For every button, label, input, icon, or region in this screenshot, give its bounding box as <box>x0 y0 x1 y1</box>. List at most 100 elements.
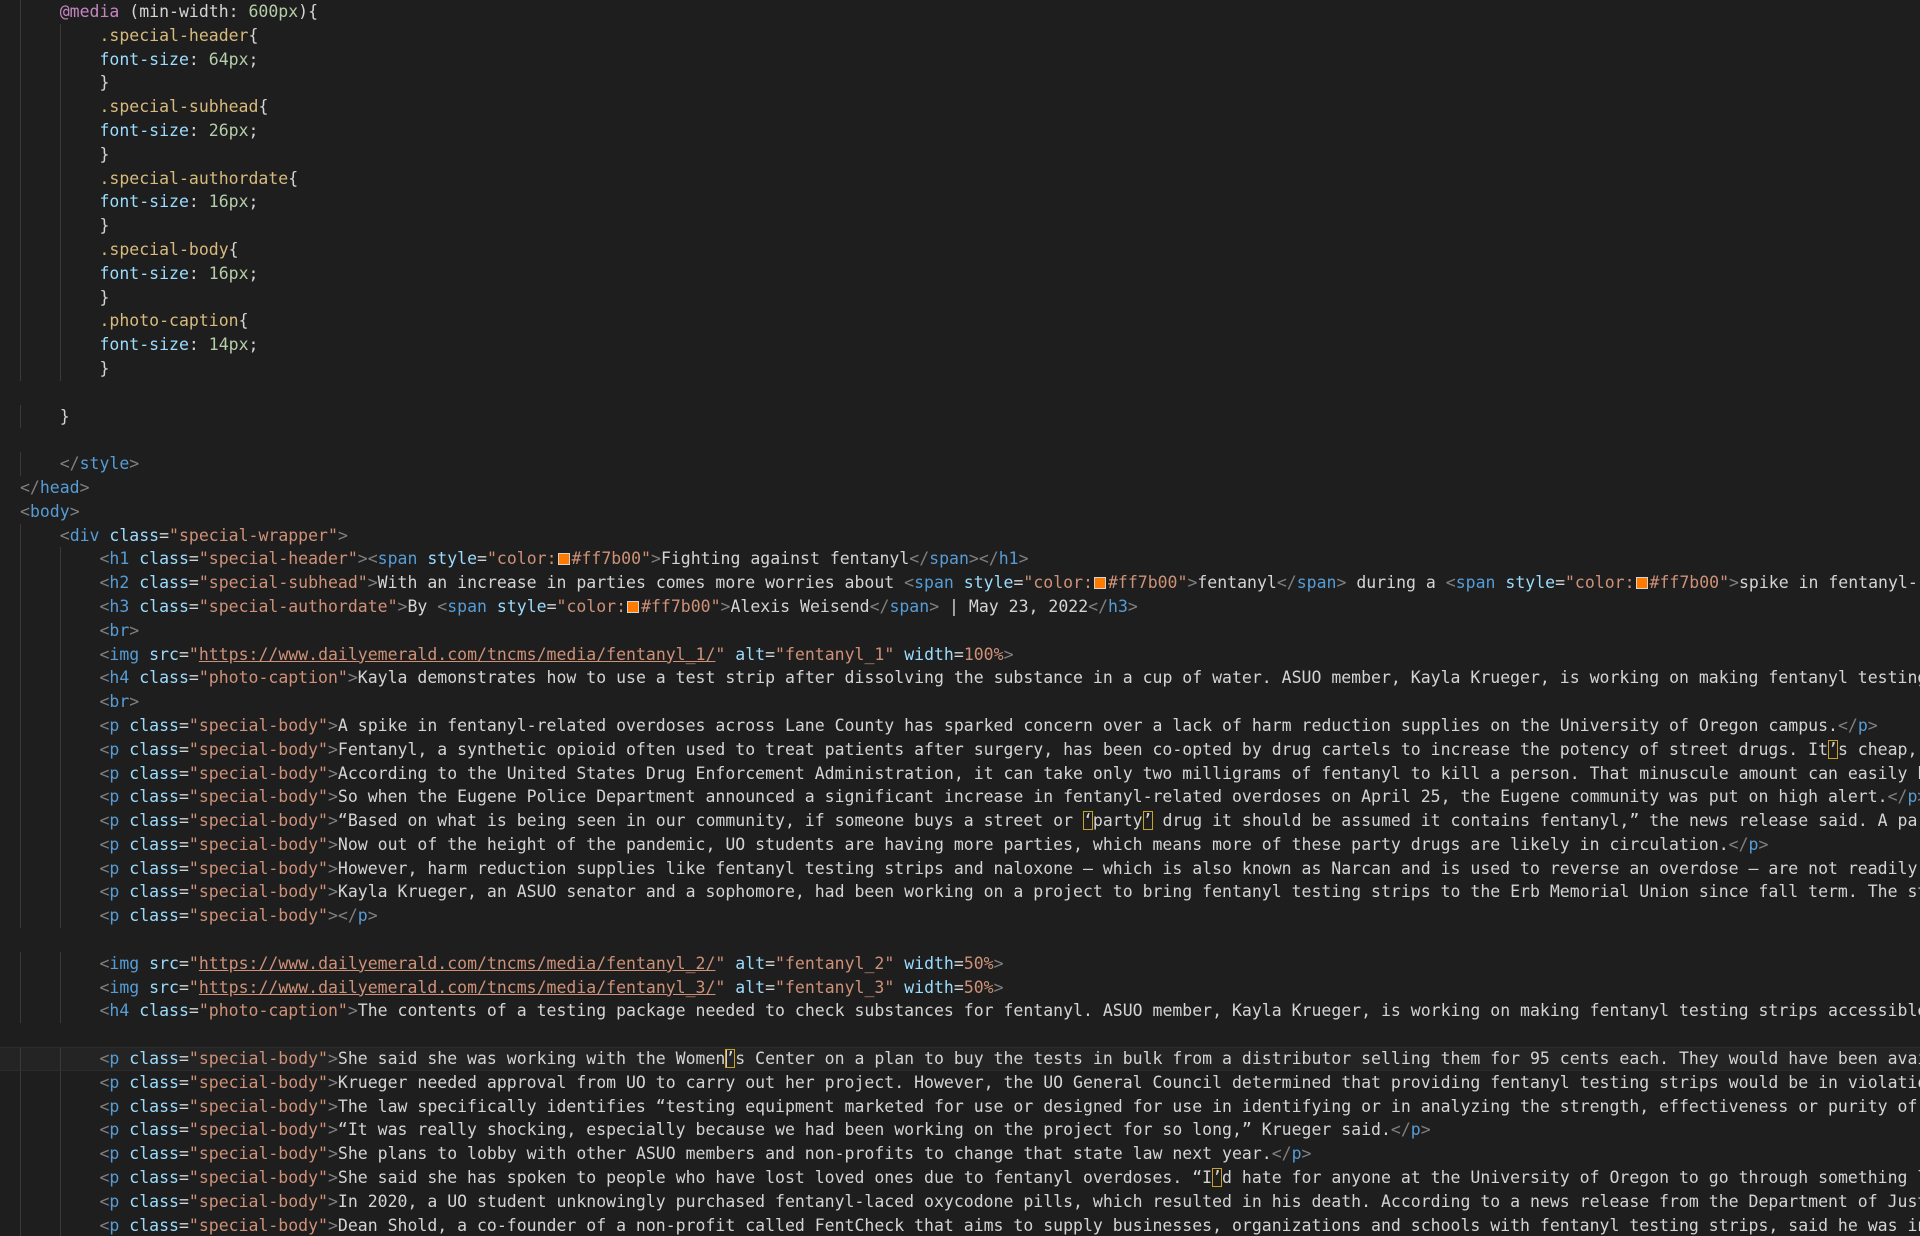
code-line[interactable]: font-size: 64px; <box>0 47 1920 72</box>
indent-guide <box>20 809 21 833</box>
indent-guide <box>59 1070 61 1095</box>
code-line-current[interactable]: <p class="special-body">She said she was… <box>0 1047 1920 1071</box>
code-line[interactable]: <p class="special-body"></p> <box>0 904 1920 929</box>
code-token: } <box>99 144 110 164</box>
code-line[interactable] <box>0 428 1920 452</box>
code-line[interactable]: <h4 class="photo-caption">The contents o… <box>0 999 1920 1024</box>
code-line[interactable]: } <box>0 356 1920 381</box>
indent-guide <box>59 1189 61 1214</box>
code-line[interactable]: } <box>0 214 1920 238</box>
code-token: = <box>178 1049 189 1069</box>
code-line[interactable]: <p class="special-body">Kayla Krueger, a… <box>0 880 1920 905</box>
code-line[interactable]: <h4 class="photo-caption">Kayla demonstr… <box>0 666 1920 691</box>
color-swatch-icon[interactable] <box>1093 577 1106 590</box>
code-token: "special-body" <box>188 1191 328 1211</box>
code-line[interactable]: <p class="special-body">The law specific… <box>0 1094 1920 1119</box>
code-line[interactable]: <p class="special-body">Krueger needed a… <box>0 1070 1920 1095</box>
code-line[interactable]: <p class="special-body">A spike in fenta… <box>0 713 1920 738</box>
indent-guide <box>20 142 21 167</box>
code-line[interactable]: } <box>0 71 1920 96</box>
code-token: class <box>129 596 189 616</box>
code-token: = <box>546 596 557 616</box>
code-line[interactable]: <p class="special-body">She plans to lob… <box>0 1142 1920 1167</box>
code-line[interactable]: <body> <box>0 500 1920 524</box>
code-token: "special-subhead" <box>198 573 368 593</box>
code-line[interactable]: <br> <box>0 618 1920 643</box>
code-line[interactable]: <p class="special-body">According to the… <box>0 761 1920 786</box>
code-line[interactable]: <h3 class="special-authordate">By <span … <box>0 594 1920 619</box>
code-token: #ff7b00" <box>641 596 721 616</box>
code-token: > <box>1420 1120 1431 1140</box>
code-line[interactable]: } <box>0 285 1920 310</box>
code-line[interactable]: <h1 class="special-header"><span style="… <box>0 547 1920 572</box>
code-token: < <box>99 953 110 973</box>
code-token: = <box>188 573 199 593</box>
code-token: < <box>59 525 70 545</box>
code-line[interactable]: <br> <box>0 690 1920 714</box>
code-line[interactable]: <p class="special-body">Fentanyl, a synt… <box>0 737 1920 762</box>
code-line[interactable]: <p class="special-body">Now out of the h… <box>0 832 1920 857</box>
code-line[interactable]: <p class="special-body">She said she has… <box>0 1166 1920 1190</box>
code-line[interactable]: font-size: 26px; <box>0 118 1920 143</box>
code-line[interactable]: <p class="special-body">In 2020, a UO st… <box>0 1189 1920 1214</box>
color-swatch-icon[interactable] <box>1635 577 1648 590</box>
code-token: "special-body" <box>188 715 328 735</box>
code-line[interactable]: } <box>0 142 1920 167</box>
code-line[interactable]: .special-body{ <box>0 237 1920 262</box>
code-line[interactable]: <img src="https://www.dailyemerald.com/t… <box>0 975 1920 1000</box>
code-line[interactable]: <p class="special-body">So when the Euge… <box>0 785 1920 810</box>
code-line[interactable]: font-size: 14px; <box>0 333 1920 357</box>
code-token: p <box>109 1049 120 1069</box>
code-line[interactable]: .special-authordate{ <box>0 166 1920 191</box>
code-line[interactable]: <p class="special-body">“Based on what i… <box>0 809 1920 833</box>
indent-guide <box>59 547 61 572</box>
code-line[interactable]: .special-subhead{ <box>0 95 1920 119</box>
code-editor[interactable]: @media (min-width: 600px){ .special-head… <box>0 0 1920 1236</box>
code-line[interactable]: font-size: 16px; <box>0 261 1920 286</box>
color-swatch-icon[interactable] <box>557 553 570 566</box>
indent-guide <box>20 71 21 96</box>
code-token: : <box>188 192 209 212</box>
code-line[interactable]: <h2 class="special-subhead">With an incr… <box>0 571 1920 595</box>
indent-guide <box>59 880 61 905</box>
code-token: = <box>953 977 964 997</box>
color-swatch-icon[interactable] <box>627 600 640 613</box>
code-line[interactable]: <img src="https://www.dailyemerald.com/t… <box>0 642 1920 667</box>
code-token: ; <box>248 49 259 69</box>
code-line[interactable]: <img src="https://www.dailyemerald.com/t… <box>0 951 1920 976</box>
code-token: < <box>99 763 110 783</box>
code-line[interactable]: <p class="special-body">However, harm re… <box>0 856 1920 881</box>
code-area[interactable]: @media (min-width: 600px){ .special-head… <box>0 0 1920 1236</box>
code-line[interactable]: font-size: 16px; <box>0 190 1920 215</box>
code-line[interactable] <box>0 381 1920 405</box>
url-link[interactable]: https://www.dailyemerald.com/tncms/media… <box>199 954 716 973</box>
code-line[interactable]: </head> <box>0 476 1920 500</box>
url-link[interactable]: https://www.dailyemerald.com/tncms/media… <box>199 645 716 664</box>
code-token: alt <box>725 977 766 997</box>
indent-guide <box>20 571 21 595</box>
url-link[interactable]: https://www.dailyemerald.com/tncms/media… <box>199 978 716 997</box>
code-token: > <box>327 1215 338 1235</box>
indent-guide <box>59 95 61 119</box>
code-token: "special-body" <box>188 1120 328 1140</box>
code-line[interactable] <box>0 928 1920 952</box>
code-line[interactable]: .special-header{ <box>0 23 1920 48</box>
code-token: } <box>99 216 110 236</box>
code-token: A spike in fentanyl-related overdoses ac… <box>337 715 1838 735</box>
code-token: "special-body" <box>188 1049 328 1069</box>
code-token: = <box>178 644 189 664</box>
code-line[interactable]: .photo-caption{ <box>0 309 1920 334</box>
code-line[interactable]: <div class="special-wrapper"> <box>0 523 1920 548</box>
code-token: " <box>188 953 199 973</box>
code-line[interactable] <box>0 1023 1920 1047</box>
code-line[interactable]: </style> <box>0 452 1920 476</box>
code-token: span <box>1455 573 1496 593</box>
unicode-highlight: ’ <box>1828 739 1838 759</box>
code-line[interactable]: @media (min-width: 600px){ <box>0 0 1920 24</box>
code-line[interactable]: <p class="special-body">“It was really s… <box>0 1118 1920 1143</box>
code-line[interactable]: } <box>0 404 1920 429</box>
code-token: s cheap, it <box>1837 739 1918 759</box>
code-token: p <box>109 1096 120 1116</box>
code-line[interactable]: <p class="special-body">Dean Shold, a co… <box>0 1213 1920 1236</box>
